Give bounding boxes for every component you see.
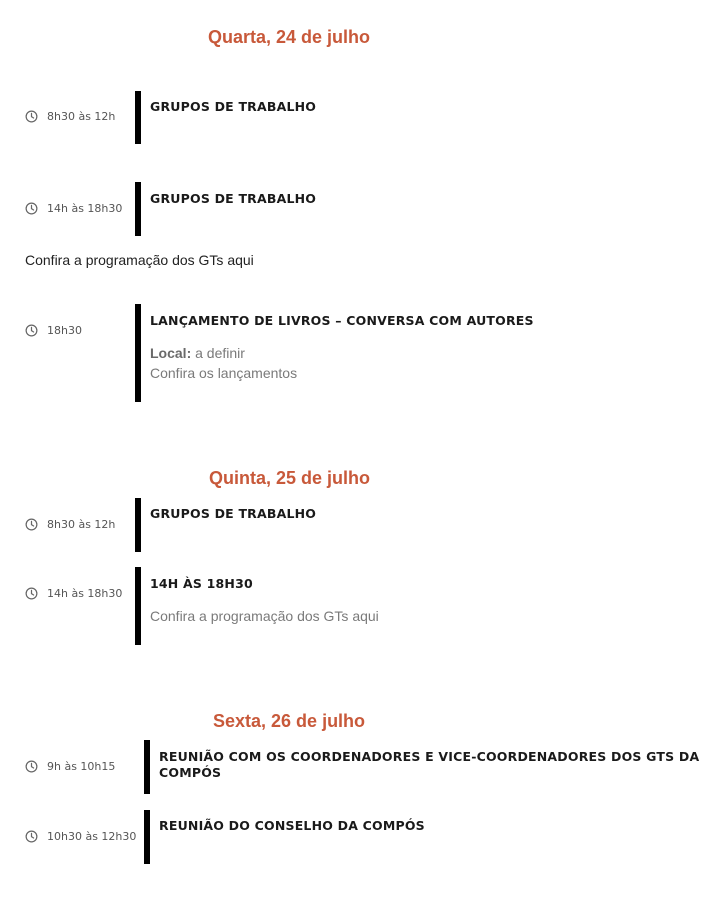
event-title: LANÇAMENTO DE LIVROS – CONVERSA COM AUTO… (150, 313, 534, 328)
event-time-label: 18h30 (47, 324, 82, 337)
event-title: GRUPOS DE TRABALHO (150, 506, 317, 521)
event-time-label: 8h30 às 12h (47, 110, 116, 123)
event-time: 8h30 às 12h (25, 110, 115, 123)
clock-icon (25, 760, 38, 773)
event-bar (135, 304, 141, 402)
event-bar (144, 810, 150, 864)
event-bar (144, 740, 150, 794)
event-title: GRUPOS DE TRABALHO (150, 191, 317, 206)
event-time-label: 8h30 às 12h (47, 518, 116, 531)
day-title-quarta: Quarta, 24 de julho (208, 27, 371, 47)
clock-icon (25, 324, 38, 337)
location-value: a definir (195, 345, 245, 361)
day-title-sexta: Sexta, 26 de julho (213, 711, 366, 731)
event-location: Local: a definir (150, 345, 245, 361)
event-time: 9h às 10h15 (25, 760, 115, 773)
clock-icon (25, 518, 38, 531)
event-title: 14H ÀS 18H30 (150, 576, 253, 591)
event-time: 8h30 às 12h (25, 518, 115, 531)
event-time: 14h às 18h30 (25, 202, 122, 215)
launches-link[interactable]: Confira os lançamentos (150, 365, 297, 381)
clock-icon (25, 830, 38, 843)
event-title: REUNIÃO COM OS COORDENADORES E VICE-COOR… (159, 749, 700, 780)
gts-program-link[interactable]: Confira a programação dos GTs aqui (25, 252, 254, 268)
event-bar (135, 91, 141, 144)
event-bar (135, 567, 141, 645)
event-time-label: 14h às 18h30 (47, 587, 123, 600)
event-title: REUNIÃO DO CONSELHO DA COMPÓS (159, 818, 425, 833)
location-label: Local: (150, 345, 192, 361)
gts-program-link[interactable]: Confira a programação dos GTs aqui (150, 608, 379, 624)
event-time: 10h30 às 12h30 (25, 830, 136, 843)
day-title-quinta: Quinta, 25 de julho (209, 468, 371, 488)
event-bar (135, 498, 141, 552)
event-time: 18h30 (25, 324, 82, 337)
event-time: 14h às 18h30 (25, 587, 122, 600)
event-time-label: 14h às 18h30 (47, 202, 123, 215)
event-title: GRUPOS DE TRABALHO (150, 99, 317, 114)
clock-icon (25, 110, 38, 123)
clock-icon (25, 202, 38, 215)
clock-icon (25, 587, 38, 600)
event-bar (135, 182, 141, 236)
event-time-label: 10h30 às 12h30 (47, 830, 137, 843)
event-time-label: 9h às 10h15 (47, 760, 116, 773)
